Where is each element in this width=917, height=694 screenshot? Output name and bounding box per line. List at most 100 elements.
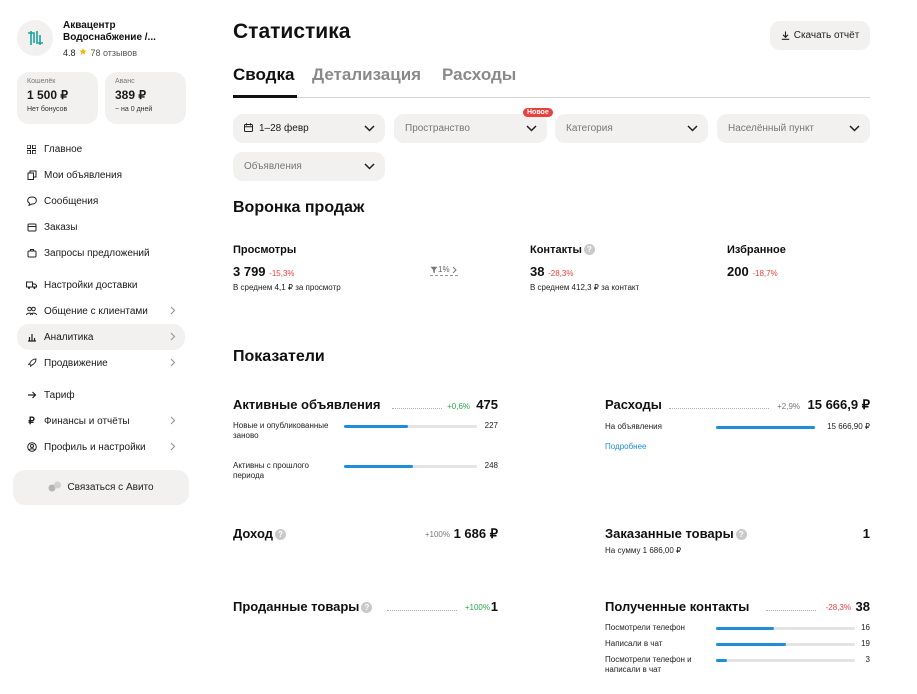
expenses-title: Расходы <box>605 397 662 412</box>
leader-dots <box>387 610 457 611</box>
box-icon <box>26 222 37 233</box>
locality-filter[interactable]: Населённый пункт <box>717 114 870 143</box>
ads-filter[interactable]: Объявления <box>233 152 385 181</box>
chevron-down-icon <box>687 124 698 135</box>
sidebar-item-finance[interactable]: ₽ Финансы и отчёты <box>17 408 185 434</box>
received-contacts-change: -28,3% <box>825 603 851 612</box>
filter-funnel-icon <box>430 266 438 273</box>
contact-avito-button[interactable]: Связаться с Авито <box>13 470 189 505</box>
received-contacts-row-label: Написали в чат <box>605 639 663 648</box>
sidebar-item-messages[interactable]: Сообщения <box>17 188 185 214</box>
sidebar-item-clients[interactable]: Общение с клиентами <box>17 298 185 324</box>
chat-bubbles-icon <box>48 481 62 495</box>
question-icon[interactable]: ? <box>735 529 747 540</box>
arrow-icon <box>26 390 37 401</box>
sidebar-item-profile[interactable]: Профиль и настройки <box>17 434 185 460</box>
category-filter[interactable]: Категория <box>555 114 708 143</box>
sidebar-item-label: Сообщения <box>44 195 99 207</box>
tab-expenses[interactable]: Расходы <box>442 65 516 85</box>
income-title: Доход? <box>233 526 286 541</box>
chevron-right-icon <box>170 442 176 454</box>
sidebar-item-main[interactable]: Главное <box>17 136 185 162</box>
truck-icon <box>26 280 37 291</box>
sidebar-item-label: Тариф <box>44 389 75 401</box>
indicators-title: Показатели <box>233 348 325 365</box>
tab-details[interactable]: Детализация <box>312 65 421 85</box>
contacts-label: Контакты? <box>530 244 595 256</box>
download-report-button[interactable]: Скачать отчёт <box>770 21 870 50</box>
company-header[interactable]: Аквацентр Водоснабжение /... 4.8 ★ 78 от… <box>17 20 173 58</box>
sidebar-item-label: Профиль и настройки <box>44 441 146 453</box>
chevron-right-icon <box>452 266 457 273</box>
favorites-label: Избранное <box>727 244 786 256</box>
received-contacts-title: Полученные контакты <box>605 599 750 614</box>
contacts-metric: 38 -28,3% <box>530 264 573 279</box>
briefcase-icon <box>26 248 37 259</box>
received-contacts-value: 38 <box>855 599 870 614</box>
bar-track <box>716 659 855 662</box>
sidebar-item-my-ads[interactable]: Мои объявления <box>17 162 185 188</box>
favorites-change: -18,7% <box>752 269 778 278</box>
sidebar-item-requests[interactable]: Запросы предложений <box>17 240 185 266</box>
date-filter-value: 1–28 февр <box>259 123 309 134</box>
advance-note: ~ на 0 дней <box>115 106 153 113</box>
sidebar-item-tariff[interactable]: Тариф <box>17 382 185 408</box>
reviews-count[interactable]: 78 отзывов <box>90 48 137 58</box>
contacts-value: 38 <box>530 264 545 279</box>
star-icon: ★ <box>78 47 88 58</box>
date-filter[interactable]: 1–28 февр <box>233 114 385 143</box>
conversion-indicator[interactable]: 1% <box>430 265 458 276</box>
active-ads-title: Активные объявления <box>233 397 381 412</box>
company-name[interactable]: Аквацентр Водоснабжение /... <box>63 20 173 44</box>
sidebar-item-label: Мои объявления <box>44 169 122 181</box>
funnel-title: Воронка продаж <box>233 199 365 216</box>
chart-icon <box>26 332 37 343</box>
chevron-right-icon <box>170 358 176 370</box>
sidebar-item-promotion[interactable]: Продвижение <box>17 350 185 376</box>
leader-dots <box>766 610 816 611</box>
space-filter-value: Пространство <box>405 123 470 134</box>
bar-fill <box>716 643 786 646</box>
wallet-card[interactable]: Кошелёк 1 500 ₽ Нет бонусов <box>17 72 98 124</box>
question-icon[interactable]: ? <box>361 602 373 613</box>
chevron-right-icon <box>170 306 176 318</box>
active-ads-row-value: 248 <box>484 461 498 470</box>
company-logo <box>17 20 53 56</box>
active-tab-indicator <box>233 95 297 98</box>
expenses-row-value: 15 666,90 ₽ <box>827 422 870 431</box>
tab-summary[interactable]: Сводка <box>233 65 294 85</box>
sidebar-nav: Главное Мои объявления Сообщения Заказы … <box>17 136 185 460</box>
question-icon[interactable]: ? <box>583 244 595 255</box>
sidebar-item-label: Запросы предложений <box>44 247 150 259</box>
wallet-note: Нет бонусов <box>27 106 68 113</box>
download-icon <box>781 31 789 40</box>
chevron-down-icon <box>849 124 860 135</box>
user-icon <box>26 442 37 453</box>
views-metric: 3 799 -15,3% <box>233 264 295 279</box>
question-icon[interactable]: ? <box>274 529 286 540</box>
wallet-amount: 1 500 ₽ <box>27 88 68 102</box>
sidebar-item-orders[interactable]: Заказы <box>17 214 185 240</box>
received-contacts-row-value: 19 <box>861 639 870 648</box>
expenses-change: +2,9% <box>777 402 800 411</box>
space-filter[interactable]: Пространство <box>394 114 547 143</box>
expenses-details-link[interactable]: Подробнее <box>605 442 647 451</box>
sidebar-item-analytics[interactable]: Аналитика <box>17 324 185 350</box>
people-icon <box>26 306 37 317</box>
sidebar-item-delivery[interactable]: Настройки доставки <box>17 272 185 298</box>
received-contacts-row-value: 16 <box>861 623 870 632</box>
ordered-sub: На сумму 1 686,00 ₽ <box>605 546 682 555</box>
bar-track <box>716 627 855 630</box>
chevron-down-icon <box>364 162 375 173</box>
advance-card[interactable]: Аванс 389 ₽ ~ на 0 дней <box>105 72 186 124</box>
contacts-sub: В среднем 412,3 ₽ за контакт <box>530 283 640 292</box>
new-badge: Новое <box>523 108 553 117</box>
expenses-row-label: На объявления <box>605 422 662 431</box>
category-filter-value: Категория <box>566 123 613 134</box>
bar-fill <box>716 426 815 429</box>
bar-track <box>716 426 815 429</box>
locality-filter-value: Населённый пункт <box>728 123 815 134</box>
ads-filter-value: Объявления <box>244 161 302 172</box>
views-sub: В среднем 4,1 ₽ за просмотр <box>233 283 341 292</box>
rocket-icon <box>26 358 37 369</box>
